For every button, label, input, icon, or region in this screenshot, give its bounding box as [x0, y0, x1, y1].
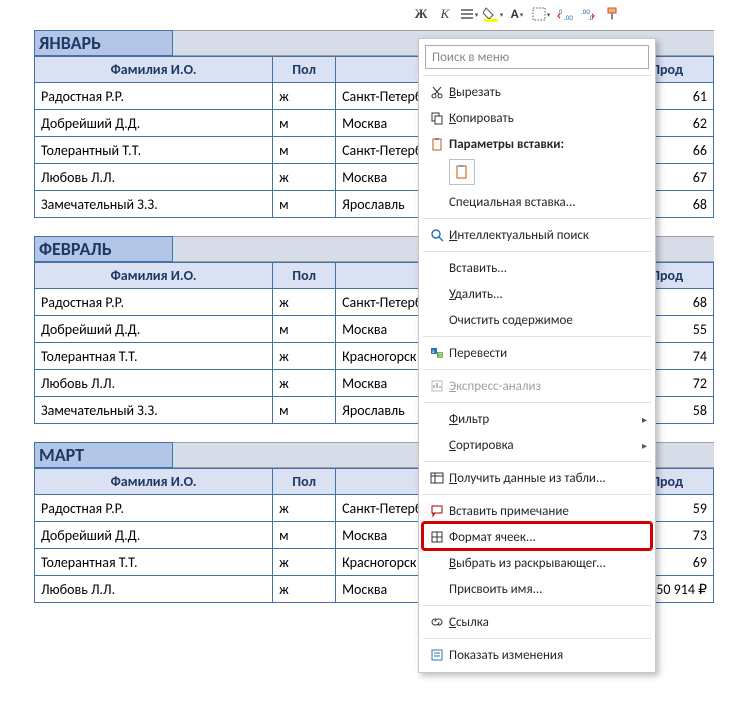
- cell-name[interactable]: Любовь Л.Л.: [35, 370, 273, 397]
- cell-sex[interactable]: ж: [273, 83, 336, 110]
- align-icon: [460, 7, 474, 21]
- col-header-name[interactable]: Фамилия И.О.: [35, 469, 273, 495]
- menu-define-name[interactable]: Присвоить имя...: [419, 576, 655, 602]
- cell-name[interactable]: Толерантный Т.Т.: [35, 137, 273, 164]
- clipboard-icon: [430, 137, 444, 151]
- menu-search-placeholder: Поиск в меню: [432, 50, 509, 65]
- menu-translate[interactable]: a文 Перевести: [419, 340, 655, 366]
- cell-sex[interactable]: ж: [273, 495, 336, 522]
- menu-show-changes[interactable]: Показать изменения: [419, 642, 655, 668]
- col-header-sex[interactable]: Пол: [273, 469, 336, 495]
- menu-link[interactable]: Ссылка: [419, 609, 655, 635]
- cell-sex[interactable]: м: [273, 110, 336, 137]
- quick-analysis-icon: [430, 379, 444, 393]
- cell-name[interactable]: Толерантная Т.Т.: [35, 343, 273, 370]
- menu-copy[interactable]: Копировать: [419, 105, 655, 131]
- menu-get-table-data[interactable]: Получить данные из табли...: [419, 465, 655, 491]
- italic-button[interactable]: К: [434, 3, 456, 25]
- bold-button[interactable]: Ж: [410, 3, 432, 25]
- cell-sex[interactable]: ж: [273, 370, 336, 397]
- paste-options-row: [419, 157, 655, 189]
- translate-icon: a文: [430, 346, 444, 360]
- month-title[interactable]: ЯНВАРЬ: [34, 30, 173, 56]
- cell-sex[interactable]: ж: [273, 289, 336, 316]
- cell-sex[interactable]: ж: [273, 549, 336, 576]
- menu-cut[interactable]: Вырезать: [419, 79, 655, 105]
- changes-icon: [430, 648, 444, 662]
- link-icon: [430, 615, 444, 629]
- menu-delete[interactable]: Удалить...: [419, 281, 655, 307]
- cell-sex[interactable]: м: [273, 316, 336, 343]
- paste-default-icon: [454, 164, 470, 180]
- format-painter-icon: [605, 6, 621, 22]
- context-menu: Поиск в меню Вырезать Копировать Парамет…: [418, 38, 656, 673]
- menu-search-input[interactable]: Поиск в меню: [425, 45, 649, 69]
- menu-sort[interactable]: Сортировка ▸: [419, 432, 655, 458]
- menu-paste-options-label: Параметры вставки:: [419, 131, 655, 157]
- cell-name[interactable]: Любовь Л.Л.: [35, 576, 273, 603]
- month-title[interactable]: МАРТ: [34, 442, 173, 468]
- scissors-icon: [430, 85, 444, 99]
- cell-name[interactable]: Замечательный З.З.: [35, 397, 273, 424]
- svg-text:文: 文: [438, 352, 443, 359]
- cell-name[interactable]: Замечательный З.З.: [35, 191, 273, 218]
- copy-icon: [430, 111, 444, 125]
- cell-sex[interactable]: м: [273, 397, 336, 424]
- formatting-toolbar: Ж К ▾ ▾ А▾ ▾ .0.00 .00.0: [410, 2, 624, 26]
- format-cells-icon: [430, 530, 444, 544]
- borders-button[interactable]: ▾: [530, 3, 552, 25]
- menu-insert-comment[interactable]: Вставить примечание: [419, 498, 655, 524]
- cell-sex[interactable]: ж: [273, 576, 336, 603]
- month-title[interactable]: ФЕВРАЛЬ: [34, 236, 173, 262]
- fill-color-button[interactable]: ▾: [482, 3, 504, 25]
- increase-decimal-icon: .00.0: [581, 7, 597, 21]
- col-header-name[interactable]: Фамилия И.О.: [35, 263, 273, 289]
- chevron-right-icon: ▸: [642, 413, 647, 426]
- col-header-name[interactable]: Фамилия И.О.: [35, 57, 273, 83]
- cell-name[interactable]: Добрейший Д.Д.: [35, 522, 273, 549]
- menu-filter[interactable]: Фильтр ▸: [419, 406, 655, 432]
- paste-option-default[interactable]: [449, 159, 475, 185]
- col-header-sex[interactable]: Пол: [273, 57, 336, 83]
- cell-name[interactable]: Толерантная Т.Т.: [35, 549, 273, 576]
- table-icon: [430, 471, 444, 485]
- menu-paste-special[interactable]: Специальная вставка...: [419, 189, 655, 215]
- cell-sex[interactable]: ж: [273, 343, 336, 370]
- col-header-sex[interactable]: Пол: [273, 263, 336, 289]
- cell-sex[interactable]: ж: [273, 164, 336, 191]
- cell-name[interactable]: Радостная Р.Р.: [35, 495, 273, 522]
- cell-name[interactable]: Радостная Р.Р.: [35, 289, 273, 316]
- search-icon: [430, 228, 444, 242]
- cell-sex[interactable]: м: [273, 137, 336, 164]
- cell-name[interactable]: Любовь Л.Л.: [35, 164, 273, 191]
- increase-decimal-button[interactable]: .00.0: [578, 3, 600, 25]
- menu-format-cells[interactable]: Формат ячеек...: [419, 524, 655, 550]
- menu-insert[interactable]: Вставить...: [419, 255, 655, 281]
- format-painter-button[interactable]: [602, 3, 624, 25]
- menu-clear[interactable]: Очистить содержимое: [419, 307, 655, 333]
- menu-quick-analysis: Экспресс-анализ: [419, 373, 655, 399]
- cell-name[interactable]: Радостная Р.Р.: [35, 83, 273, 110]
- cell-name[interactable]: Добрейший Д.Д.: [35, 316, 273, 343]
- font-color-button[interactable]: А▾: [506, 3, 528, 25]
- decrease-decimal-icon: .0.00: [557, 7, 573, 21]
- svg-text:.00: .00: [564, 13, 573, 21]
- cell-name[interactable]: Добрейший Д.Д.: [35, 110, 273, 137]
- borders-icon: [532, 7, 546, 21]
- comment-icon: [430, 504, 444, 518]
- fill-color-icon: [483, 6, 499, 22]
- cell-sex[interactable]: м: [273, 522, 336, 549]
- cell-sex[interactable]: м: [273, 191, 336, 218]
- align-button[interactable]: ▾: [458, 3, 480, 25]
- decrease-decimal-button[interactable]: .0.00: [554, 3, 576, 25]
- menu-smart-lookup[interactable]: Интеллектуальный поиск: [419, 222, 655, 248]
- chevron-right-icon: ▸: [642, 439, 647, 452]
- menu-pick-from-list[interactable]: Выбрать из раскрывающег...: [419, 550, 655, 576]
